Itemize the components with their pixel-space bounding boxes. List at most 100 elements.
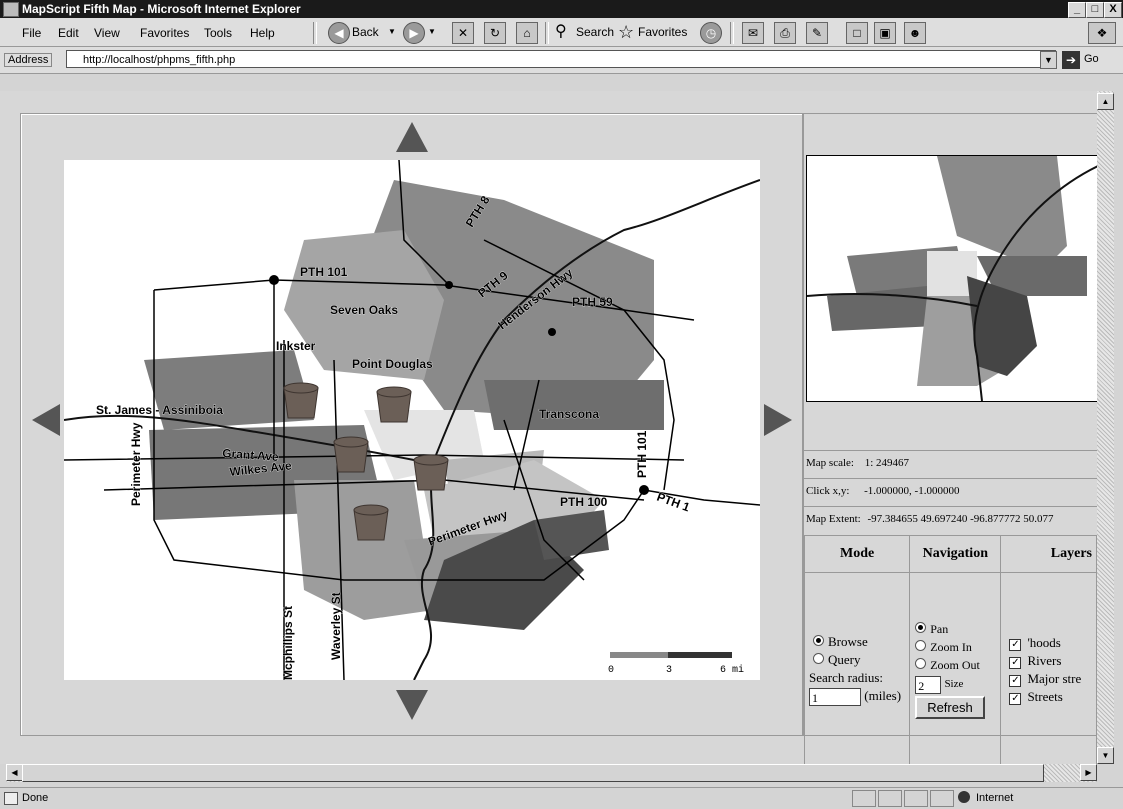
pan-west-arrow-icon[interactable] [30,402,62,438]
ie-icon [3,2,19,17]
stop-icon[interactable]: ✕ [452,22,474,44]
forward-icon[interactable]: ▶ [403,22,425,44]
edit-icon[interactable]: ✎ [806,22,828,44]
search-icon[interactable]: ⚲ [555,22,567,42]
favorites-button[interactable]: Favorites [638,22,687,42]
label-seven-oaks: Seven Oaks [330,303,398,317]
layer-rivers[interactable]: ✓ Rivers [1009,653,1095,669]
scroll-down-icon[interactable]: ▼ [1097,747,1114,764]
page-icon [4,792,18,805]
go-arrow-icon[interactable]: ➔ [1062,51,1080,69]
minimize-button[interactable]: _ [1068,2,1086,18]
go-button[interactable]: Go [1084,53,1099,65]
pan-east-arrow-icon[interactable] [762,402,794,438]
menu-file[interactable]: File [22,26,41,40]
back-icon[interactable]: ◀ [328,22,350,44]
back-dropdown-icon[interactable]: ▼ [388,22,396,42]
address-dropdown-icon[interactable]: ▼ [1040,51,1057,69]
layer-hoods[interactable]: ✓ 'hoods [1009,635,1095,651]
zoomout-option[interactable]: Zoom Out [915,657,999,673]
security-zone: Internet [976,792,1014,804]
layer-hoods-checkbox[interactable]: ✓ [1009,639,1022,651]
refresh-button[interactable]: Refresh [915,695,985,719]
label-mcphillips-st: Mcphillips St [281,606,295,680]
search-radius-unit: (miles) [864,687,902,703]
pan-south-arrow-icon[interactable] [394,688,430,722]
layer-rivers-checkbox[interactable]: ✓ [1009,657,1022,669]
layer-streets[interactable]: ✓ Streets [1009,689,1095,705]
zoom-size-input[interactable]: 2 [915,675,942,694]
label-perimeter-hwy-west: Perimeter Hwy [129,422,143,506]
browse-option[interactable]: Browse [813,634,908,650]
status-pane [930,790,954,807]
print-icon[interactable]: ⎙ [774,22,796,44]
search-radius-input[interactable]: 1 [809,688,861,706]
click-xy-row: Click x,y: -1.000000, -1.000000 [804,478,1097,503]
scroll-up-icon[interactable]: ▲ [1097,93,1114,110]
vertical-scrollbar[interactable]: ▲ ▼ [1097,91,1114,764]
map-extent-value: -97.384655 49.697240 -96.877772 50.077 [867,513,1054,525]
maximize-button[interactable]: □ [1086,2,1104,18]
label-pth101-vertical: PTH 101 [635,430,649,478]
main-map-image[interactable]: PTH 101 PTH 8 PTH 9 Henderson Hwy PTH 59… [64,160,760,680]
map-extent-label: Map Extent: [806,513,861,525]
favorites-star-icon[interactable]: ☆ [618,22,634,42]
discuss-icon[interactable]: □ [846,22,868,44]
mode-cell: Browse Query Search radius: 1 (miles) [803,572,911,768]
query-radio[interactable] [813,652,824,664]
scroll-left-icon[interactable]: ◀ [6,764,23,781]
label-pth101: PTH 101 [300,265,348,279]
pan-radio[interactable] [915,622,927,634]
layers-cell: ✓ 'hoods ✓ Rivers ✓ Major stre ✓ Streets [1000,572,1097,768]
label-inkster: Inkster [276,339,316,353]
zoom-size-label: Size [944,678,964,691]
menu-edit[interactable]: Edit [58,26,79,40]
menu-help[interactable]: Help [250,26,275,40]
toolbar-separator [545,22,549,44]
title-bar: MapScript Fifth Map - Microsoft Internet… [0,0,1123,18]
globe-icon [958,791,970,803]
close-button[interactable]: X [1104,2,1122,18]
messenger-icon[interactable]: ☻ [904,22,926,44]
forward-dropdown-icon[interactable]: ▼ [428,22,436,42]
scroll-right-icon[interactable]: ▶ [1080,764,1097,781]
pan-option[interactable]: Pan [915,621,999,637]
map-scale-value: 1: 249467 [864,457,910,469]
layer-major-streets[interactable]: ✓ Major stre [1009,671,1095,687]
query-option[interactable]: Query [813,652,908,668]
layer-major-streets-label: Major stre [1027,671,1082,686]
zoomout-label: Zoom Out [930,658,980,673]
label-pth1: PTH 1 [655,490,692,515]
mail-icon[interactable]: ✉ [742,22,764,44]
layers-header: Layers [1000,535,1097,573]
layer-major-streets-checkbox[interactable]: ✓ [1009,675,1022,687]
reference-map-image[interactable] [806,155,1099,402]
menu-favorites[interactable]: Favorites [140,26,189,40]
history-icon[interactable]: ◷ [700,22,722,44]
search-button[interactable]: Search [576,22,614,42]
label-waverley-st: Waverley St [329,592,343,660]
menu-toolbar: File Edit View Favorites Tools Help ◀ Ba… [0,18,1123,47]
navigation-cell: Pan Zoom In Zoom Out 2 Size Refresh [909,572,1002,768]
menu-tools[interactable]: Tools [204,26,232,40]
refresh-icon[interactable]: ↻ [484,22,506,44]
click-xy-label: Click x,y: [806,485,850,497]
label-pth59: PTH 59 [572,295,613,309]
zoomout-radio[interactable] [915,658,927,670]
browse-label: Browse [828,633,868,649]
window-title: MapScript Fifth Map - Microsoft Internet… [22,2,301,16]
scale-tick-3: 3 [666,665,672,676]
research-icon[interactable]: ▣ [874,22,896,44]
home-icon[interactable]: ⌂ [516,22,538,44]
pan-north-arrow-icon[interactable] [394,120,430,154]
horizontal-scrollbar[interactable]: ◀ ▶ [6,764,1097,782]
horizontal-scroll-thumb[interactable] [22,764,1044,782]
zoomin-option[interactable]: Zoom In [915,639,999,655]
zoomin-radio[interactable] [915,640,927,652]
menu-view[interactable]: View [94,26,120,40]
layer-streets-checkbox[interactable]: ✓ [1009,693,1022,705]
back-button[interactable]: Back [352,22,379,42]
browse-radio[interactable] [813,634,824,646]
label-pth100: PTH 100 [560,495,608,509]
address-input[interactable]: http://localhost/phpms_fifth.php [66,50,1056,68]
